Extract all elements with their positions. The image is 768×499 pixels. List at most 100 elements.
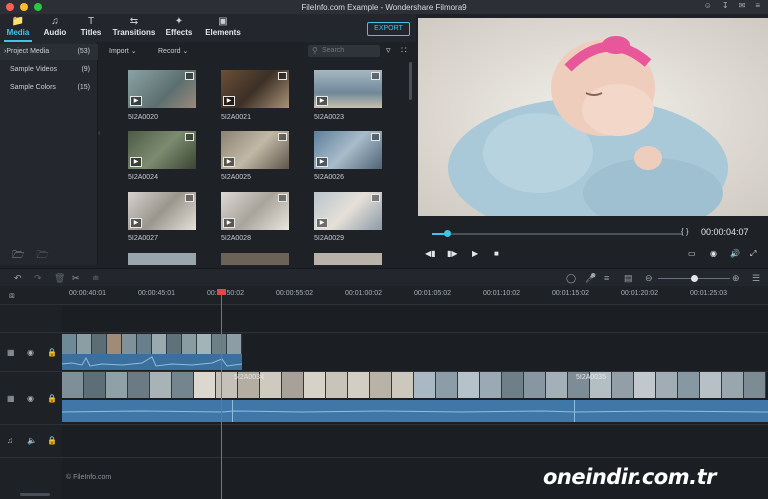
zoom-slider-knob[interactable] [691, 275, 698, 282]
volume-icon[interactable]: 🔊 [730, 249, 740, 258]
timeline-ruler[interactable]: ⧈ 00:00:40:01 00:00:45:01 00:00:50:02 00… [0, 287, 768, 305]
media-thumbnail[interactable] [221, 253, 289, 265]
preview-progress-knob[interactable] [444, 230, 451, 237]
video-clip-icon: ▶ [223, 157, 235, 167]
ruler-label: 00:01:25:03 [690, 290, 727, 297]
track-header-empty [0, 306, 62, 333]
previous-frame-icon[interactable]: ◀▮ [425, 249, 436, 258]
delete-folder-icon[interactable]: 🗁 [36, 248, 48, 265]
effects-icon: ✦ [174, 16, 184, 27]
snapshot-icon[interactable]: ◉ [710, 249, 717, 258]
adjust-icon[interactable]: ≐ [92, 273, 100, 284]
marker-icon[interactable]: ◯ [566, 273, 576, 284]
fullscreen-icon[interactable]: ⤢ [750, 249, 756, 259]
fit-timeline-icon[interactable]: ☰ [752, 273, 760, 284]
media-item-name: 5I2A0025 [221, 174, 251, 181]
waveform-graphic [62, 400, 768, 422]
new-folder-icon[interactable]: 🗁 [12, 248, 24, 265]
video-clip[interactable] [62, 372, 768, 398]
microphone-icon[interactable]: 🎤 [585, 273, 596, 284]
tab-transitions[interactable]: ⇆ Transitions [112, 16, 156, 37]
preview-progress-slider[interactable] [432, 230, 682, 237]
media-thumbnail[interactable]: ▶ [221, 70, 289, 108]
film-icon [371, 133, 380, 141]
add-track-icon[interactable]: ⧈ [9, 290, 15, 301]
clip-label: 5I2A0035 [576, 374, 606, 381]
media-thumbnail[interactable]: ▶ [221, 131, 289, 169]
stop-icon[interactable]: ■ [494, 249, 499, 258]
filmora-window: FileInfo.com Example - Wondershare Filmo… [0, 0, 768, 499]
timeline-scrollbar[interactable] [20, 493, 50, 496]
window-title: FileInfo.com Example - Wondershare Filmo… [301, 2, 467, 12]
lock-icon[interactable]: 🔒 [47, 436, 57, 445]
film-icon [278, 133, 287, 141]
lock-icon[interactable]: 🔒 [47, 394, 57, 403]
media-sidebar: ›Project Media (53) Sample Videos (9) Sa… [0, 42, 98, 265]
media-scrollbar[interactable] [409, 62, 412, 100]
media-thumbnail[interactable]: ▶ [128, 192, 196, 230]
zoom-in-icon[interactable]: ⊕ [732, 273, 740, 284]
filter-icon[interactable]: ▿ [386, 45, 391, 56]
ruler-label: 00:01:15:02 [552, 290, 589, 297]
lock-icon[interactable]: 🔒 [47, 348, 57, 357]
visibility-eye-icon[interactable]: ◉ [27, 348, 34, 357]
sidebar-item-sample-colors[interactable]: Sample Colors (15) [0, 80, 98, 96]
delete-icon[interactable]: 🗑 [54, 273, 65, 284]
cut-icon[interactable]: ✂ [72, 273, 80, 284]
tab-elements-label: Elements [205, 28, 241, 37]
download-icon[interactable]: ↧ [722, 1, 729, 10]
mail-icon[interactable]: ✉ [739, 1, 746, 10]
preview-timecode: 00:00:04:07 [701, 227, 749, 237]
track-area-empty[interactable] [62, 306, 768, 333]
preview-controls: { } 00:00:04:07 ◀▮ ▮▶ ▶ ■ ▭ ◉ 🔊 ⤢ [418, 216, 768, 266]
media-thumbnail[interactable]: ▶ [314, 131, 382, 169]
media-library-panel: Import ⌄ Record ⌄ ⚲ Search ▿ ∷ ▶ 5I2A0020… [104, 42, 416, 265]
film-icon [185, 72, 194, 80]
media-thumbnail[interactable] [314, 253, 382, 265]
search-input[interactable]: ⚲ Search [308, 45, 380, 57]
video-clip-icon: ▶ [316, 157, 328, 167]
sidebar-item-label: ›Project Media [4, 48, 49, 55]
tab-effects[interactable]: ✦ Effects [164, 16, 194, 37]
video-clip[interactable] [62, 334, 242, 354]
tab-titles[interactable]: T Titles [79, 16, 103, 37]
speaker-icon[interactable]: 🔈 [27, 436, 37, 445]
media-thumbnail[interactable]: ▶ [128, 131, 196, 169]
zoom-out-icon[interactable]: ⊖ [645, 273, 653, 284]
redo-icon[interactable]: ↷ [34, 273, 42, 284]
track-area-audio[interactable] [62, 426, 768, 458]
render-preview-icon[interactable]: ▤ [624, 273, 633, 284]
playhead-line[interactable] [221, 292, 222, 499]
sidebar-item-project-media[interactable]: ›Project Media (53) [0, 44, 98, 60]
media-item-name: 5I2A0026 [314, 174, 344, 181]
play-icon[interactable]: ▶ [472, 249, 478, 258]
grid-view-icon[interactable]: ∷ [401, 45, 407, 56]
media-item-name: 5I2A0023 [314, 114, 344, 121]
media-thumbnail[interactable]: ▶ [314, 192, 382, 230]
tab-audio[interactable]: ♫ Audio [42, 16, 68, 37]
visibility-eye-icon[interactable]: ◉ [27, 394, 34, 403]
track-area-video-1[interactable]: 5I2A0034 5I2A0035 [62, 372, 768, 425]
tab-media[interactable]: 📁 Media [6, 16, 30, 37]
play-pause-icon[interactable]: ▮▶ [447, 249, 458, 258]
search-icon: ⚲ [312, 46, 318, 55]
undo-icon[interactable]: ↶ [14, 273, 22, 284]
media-thumbnail[interactable]: ▶ [128, 70, 196, 108]
media-thumbnail[interactable]: ▶ [221, 192, 289, 230]
export-button[interactable]: EXPORT [367, 22, 410, 36]
user-icon[interactable]: ☺ [704, 1, 712, 10]
folder-icon: 📁 [11, 16, 25, 27]
tab-elements[interactable]: ▣ Elements [204, 16, 242, 37]
title-bar: FileInfo.com Example - Wondershare Filmo… [0, 0, 768, 14]
record-dropdown[interactable]: Record ⌄ [158, 47, 188, 55]
display-settings-icon[interactable]: ▭ [688, 249, 696, 258]
mark-in-out-buttons[interactable]: { } [681, 227, 689, 236]
menu-icon[interactable]: ≡ [755, 1, 760, 10]
import-dropdown[interactable]: Import ⌄ [109, 47, 137, 55]
media-thumbnail[interactable]: ▶ [314, 70, 382, 108]
audio-mixer-icon[interactable]: ≡ [604, 273, 609, 283]
collapse-sidebar-icon[interactable]: ‹ [98, 130, 100, 137]
sidebar-item-sample-videos[interactable]: Sample Videos (9) [0, 62, 98, 78]
media-thumbnail[interactable] [128, 253, 196, 265]
track-area-video-2[interactable] [62, 334, 768, 372]
